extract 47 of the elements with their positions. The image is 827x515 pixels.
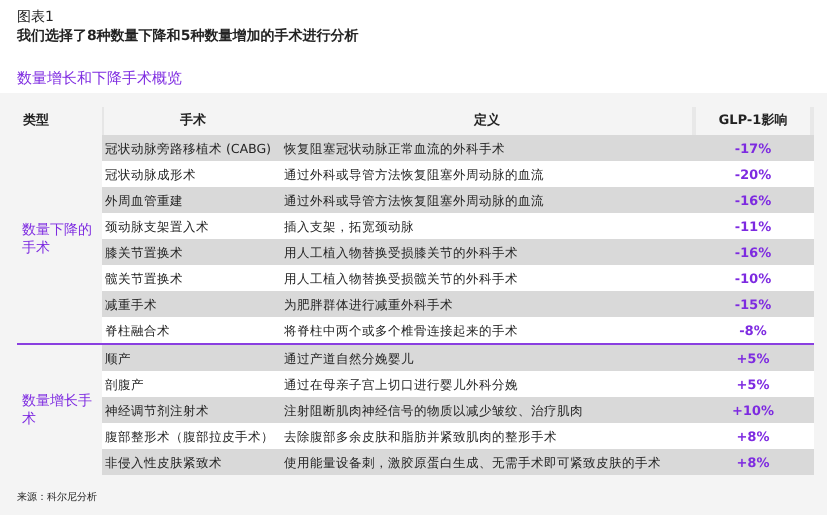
impact-value: -17% <box>734 142 772 157</box>
impact-value: +8% <box>736 456 770 471</box>
column-header: 类型 <box>22 112 50 130</box>
type-label: 数量增长手术 <box>21 392 93 428</box>
impact-value: -10% <box>734 272 772 287</box>
column-header: 定义 <box>472 112 501 130</box>
table-cell: 减重手术 <box>105 297 157 312</box>
table-cell: 将脊柱中两个或多个椎骨连接起来的手术 <box>284 323 518 338</box>
impact-value: -20% <box>734 168 772 183</box>
figure-label: 图表1 <box>17 8 55 26</box>
impact-value: -15% <box>734 298 772 313</box>
table-cell: 用人工植入物替换受损膝关节的外科手术 <box>284 245 518 260</box>
table-cell: 插入支架，拓宽颈动脉 <box>284 219 414 234</box>
table-cell: 非侵入性皮肤紧致术 <box>105 455 222 470</box>
impact-value: -16% <box>734 194 772 209</box>
table-cell: 注射阻断肌肉神经信号的物质以减少皱纹、治疗肌肉 <box>284 403 583 418</box>
table-cell: 使用能量设备刺，激胶原蛋白生成、无需手术即可紧致皮肤的手术 <box>284 455 661 470</box>
table-cell: 通过产道自然分娩婴儿 <box>284 351 414 366</box>
impact-value: +5% <box>736 378 770 393</box>
table-cell: 颈动脉支架置入术 <box>105 219 209 234</box>
section-heading: 数量增长和下降手术概览 <box>17 68 183 88</box>
impact-value: -11% <box>734 220 772 235</box>
table-cell: 顺产 <box>105 351 131 366</box>
table-cell: 膝关节置换术 <box>105 245 183 260</box>
table-cell: 通过外科或导管方法恢复阻塞外周动脉的血流 <box>284 193 544 208</box>
impact-value: +5% <box>736 352 770 367</box>
table-cell: 冠状动脉旁路移植术 (CABG) <box>105 141 272 156</box>
figure-title: 我们选择了8种数量下降和5种数量增加的手术进行分析 <box>17 27 360 46</box>
impact-value: +10% <box>732 404 774 419</box>
table-cell: 通过在母亲子宫上切口进行婴儿外科分娩 <box>284 377 518 392</box>
table-cell: 髋关节置换术 <box>105 271 183 286</box>
impact-value: -8% <box>739 324 767 339</box>
table-cell: 剖腹产 <box>105 377 144 392</box>
table-cell: 用人工植入物替换受损髋关节的外科手术 <box>284 271 518 286</box>
table-cell: 为肥胖群体进行减重外科手术 <box>284 297 453 312</box>
type-label: 数量下降的手术 <box>21 221 93 257</box>
table-cell: 去除腹部多余皮肤和脂肪并紧致肌肉的整形手术 <box>284 429 557 444</box>
impact-value: +8% <box>736 430 770 445</box>
table-cell: 外周血管重建 <box>105 193 183 208</box>
table-cell: 恢复阻塞冠状动脉正常血流的外科手术 <box>284 141 505 156</box>
table-cell: 通过外科或导管方法恢复阻塞外周动脉的血流 <box>284 167 544 182</box>
table-cell: 脊柱融合术 <box>105 323 170 338</box>
impact-value: -16% <box>734 246 772 261</box>
table-cell: 冠状动脉成形术 <box>105 167 196 182</box>
source-note: 来源：科尔尼分析 <box>17 492 97 503</box>
table-cell: 神经调节剂注射术 <box>105 403 209 418</box>
table-cell: 腹部整形术（腹部拉皮手术） <box>105 429 274 444</box>
